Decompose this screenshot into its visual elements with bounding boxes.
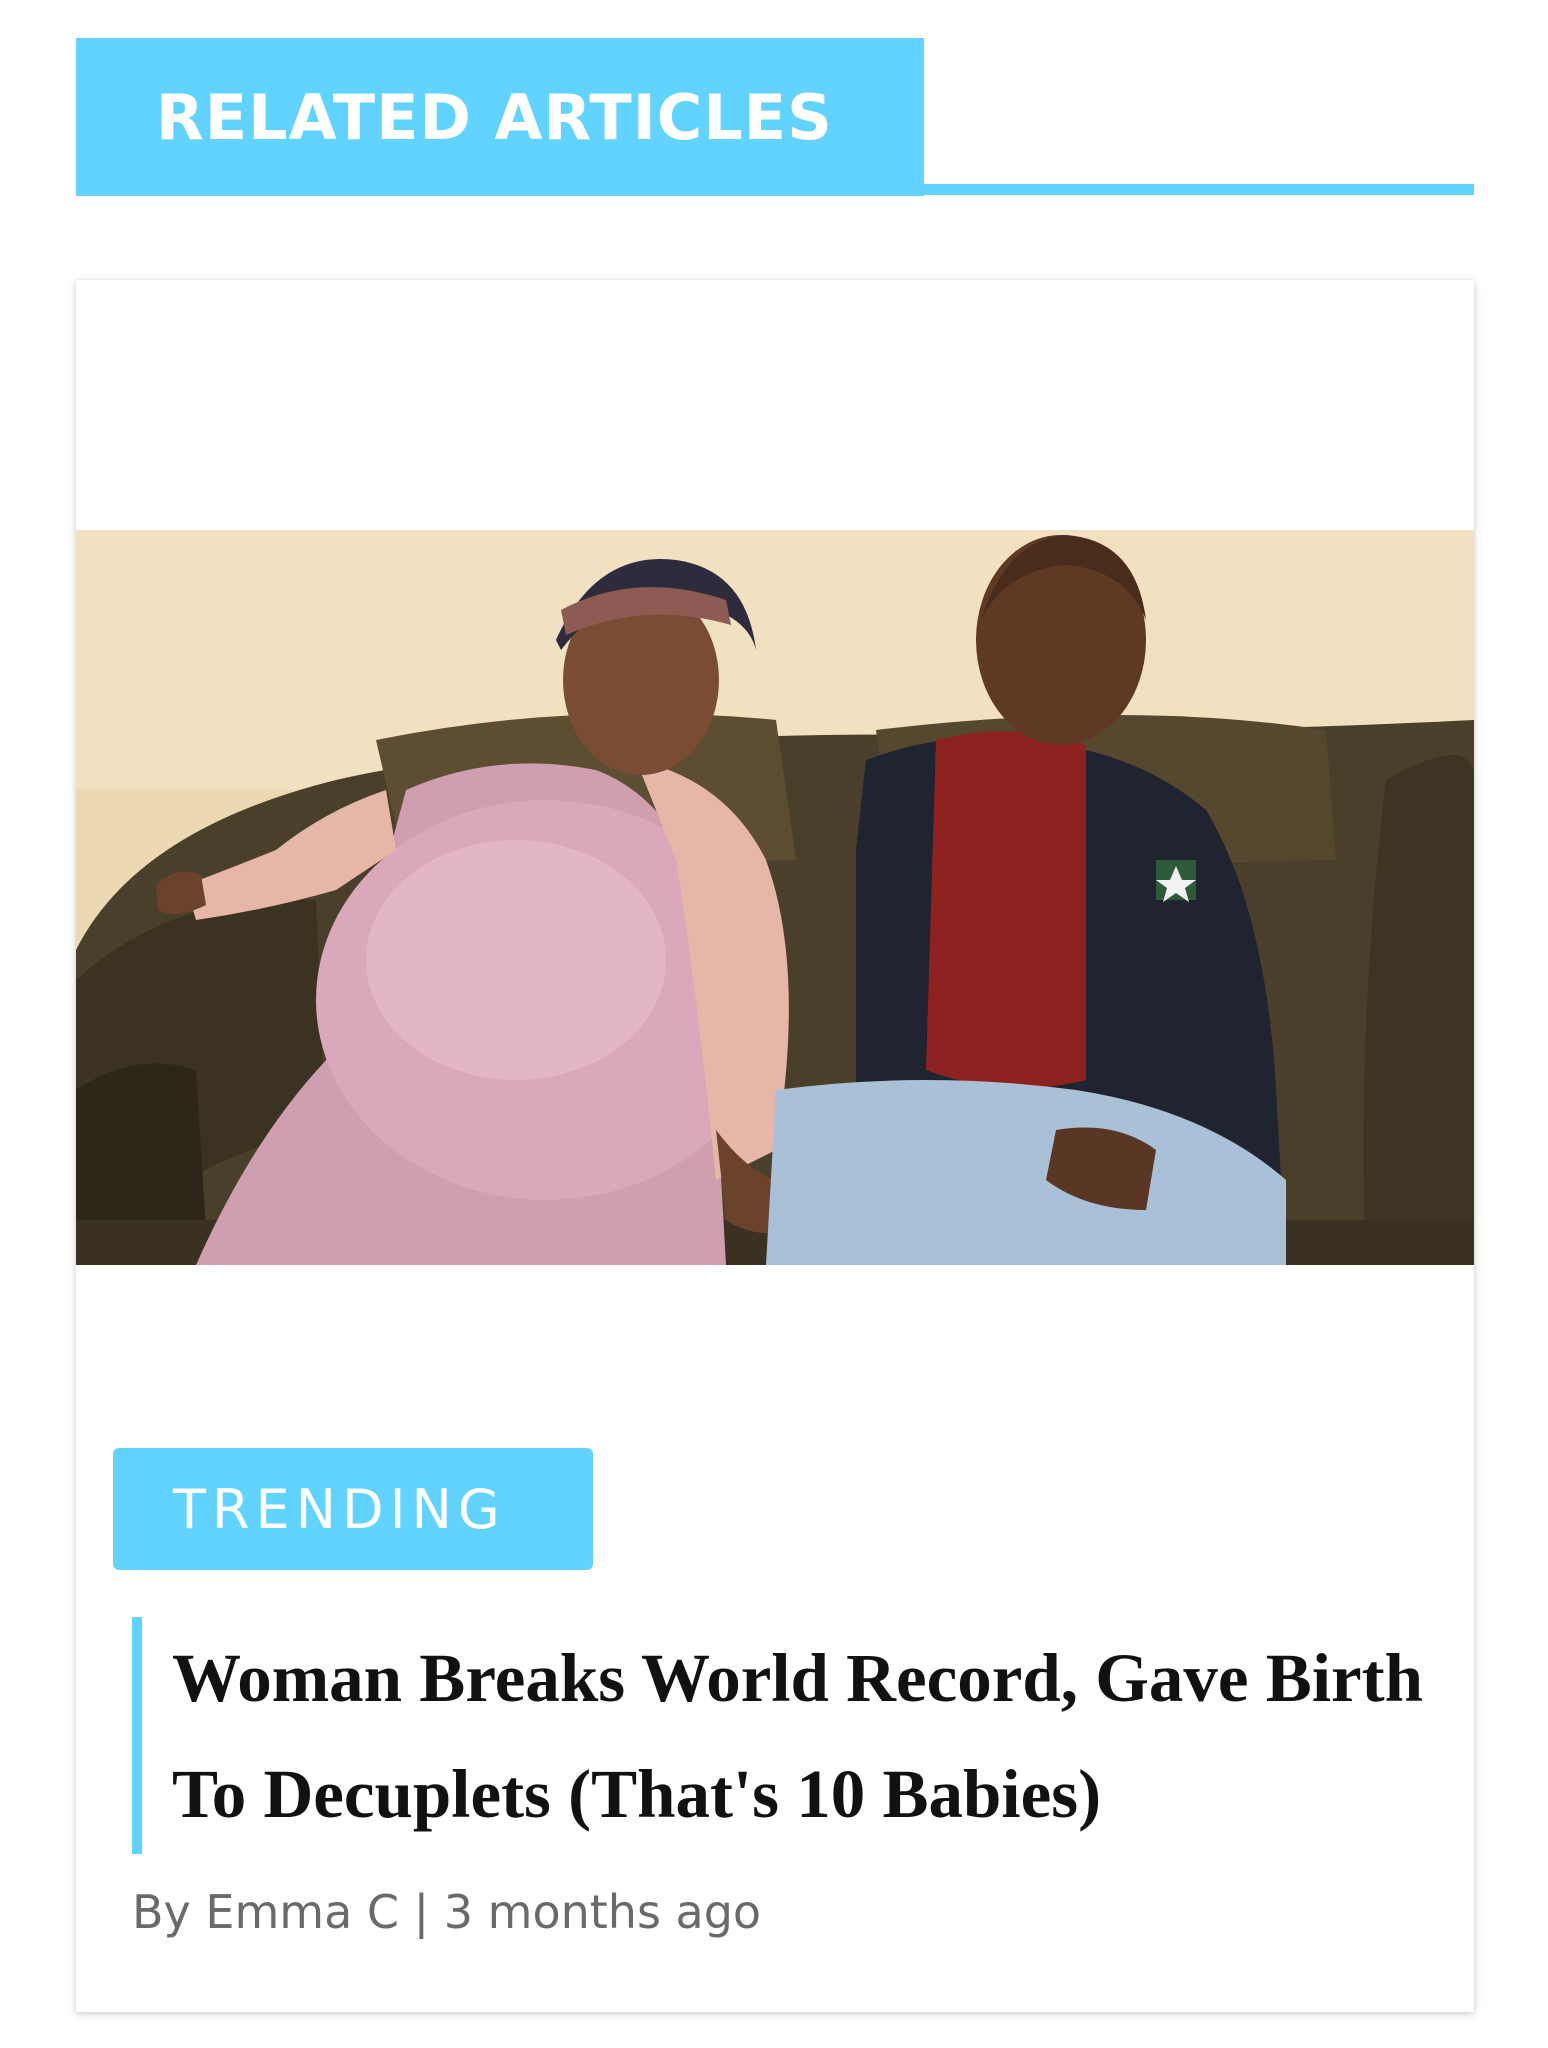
- related-articles-header: RELATED ARTICLES: [76, 38, 1474, 196]
- article-image[interactable]: [76, 530, 1474, 1265]
- article-meta: By Emma C | 3 months ago: [132, 1885, 761, 1939]
- related-articles-title: RELATED ARTICLES: [156, 80, 833, 154]
- related-articles-tab: RELATED ARTICLES: [76, 38, 924, 196]
- article-card[interactable]: TRENDING Woman Breaks World Record, Gave…: [76, 280, 1474, 2012]
- article-headline[interactable]: Woman Breaks World Record, Gave Birth To…: [172, 1620, 1452, 1852]
- author-byline[interactable]: By Emma C: [132, 1885, 399, 1939]
- published-time: 3 months ago: [443, 1885, 762, 1939]
- category-badge[interactable]: TRENDING: [113, 1448, 593, 1570]
- headline-accent-bar: [132, 1617, 142, 1854]
- meta-separator: |: [413, 1885, 430, 1939]
- category-label: TRENDING: [173, 1477, 506, 1541]
- header-underline: [924, 184, 1474, 195]
